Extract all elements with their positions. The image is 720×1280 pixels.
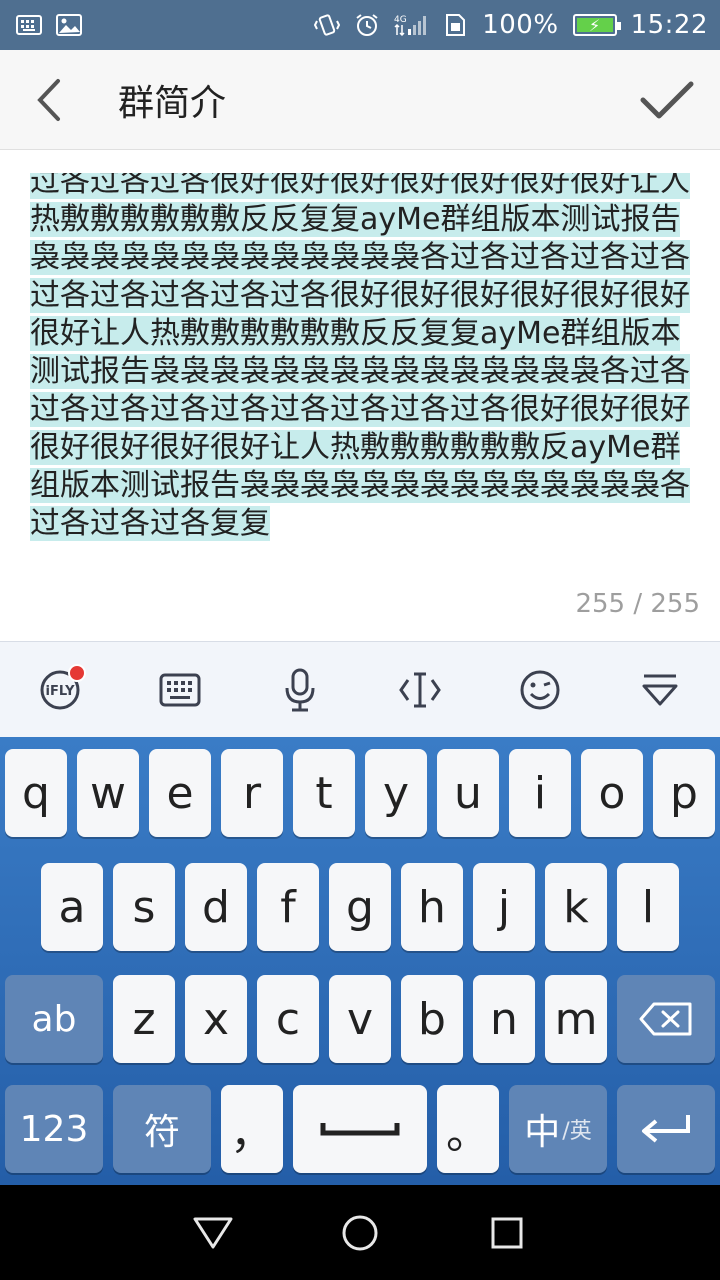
battery-percent: 100% xyxy=(482,10,559,40)
navigation-bar xyxy=(0,1185,720,1280)
key-h[interactable]: h xyxy=(401,863,463,951)
voice-input-button[interactable] xyxy=(260,650,340,730)
space-bar-icon xyxy=(320,1123,400,1136)
page-title: 群简介 xyxy=(118,82,227,124)
key-g[interactable]: g xyxy=(329,863,391,951)
key-c[interactable]: c xyxy=(257,975,319,1063)
space-key[interactable] xyxy=(293,1085,427,1173)
key-d[interactable]: d xyxy=(185,863,247,951)
network-label: 4G xyxy=(394,15,407,25)
circle-home-icon xyxy=(342,1215,378,1250)
backspace-icon xyxy=(639,1002,692,1036)
cursor-icon xyxy=(399,672,441,707)
backspace-key[interactable] xyxy=(617,975,715,1063)
key-i[interactable]: i xyxy=(509,749,571,837)
confirm-button[interactable] xyxy=(632,65,702,135)
language-main-label: 中 xyxy=(524,1112,561,1153)
status-bar: 4G 100% ⚡ 15:22 xyxy=(0,0,720,50)
signal-4g-icon: 4G xyxy=(394,15,427,37)
notification-badge xyxy=(68,663,86,682)
editor-text-area[interactable]: 过各过各过各很好很好很好很好很好很好很好让人热敷敷敷敷敷敷反反复复ayMe群组版… xyxy=(30,173,690,583)
emoji-button[interactable] xyxy=(500,650,580,730)
keyboard-notification-icon xyxy=(16,15,42,35)
vibrate-icon xyxy=(314,14,341,36)
key-u[interactable]: u xyxy=(437,749,499,837)
cursor-control-button[interactable] xyxy=(380,650,460,730)
language-switch-key[interactable]: 中/英 xyxy=(509,1085,607,1173)
nav-back-button[interactable] xyxy=(183,1203,243,1263)
key-z[interactable]: z xyxy=(113,975,175,1063)
key-s[interactable]: s xyxy=(113,863,175,951)
key-a[interactable]: a xyxy=(41,863,103,951)
key-w[interactable]: w xyxy=(77,749,139,837)
back-button[interactable] xyxy=(0,50,100,150)
key-k[interactable]: k xyxy=(545,863,607,951)
ime-toolbar: iFLY xyxy=(0,641,720,737)
character-counter: 255 / 255 xyxy=(575,589,700,619)
description-editor[interactable]: 过各过各过各很好很好很好很好很好很好很好让人热敷敷敷敷敷敷反反复复ayMe群组版… xyxy=(0,151,720,641)
keyboard-icon xyxy=(159,673,201,706)
key-m[interactable]: m xyxy=(545,975,607,1063)
image-notification-icon xyxy=(56,14,82,36)
enter-key[interactable] xyxy=(617,1085,715,1173)
key-n[interactable]: n xyxy=(473,975,535,1063)
svg-text:iFLY: iFLY xyxy=(45,684,75,699)
nav-home-button[interactable] xyxy=(330,1203,390,1263)
keyboard-switch-button[interactable] xyxy=(140,650,220,730)
soft-keyboard: q w e r t y u i o p a s d f g h j k l ab… xyxy=(0,737,720,1185)
battery-charging-icon: ⚡ xyxy=(572,14,621,36)
key-t[interactable]: t xyxy=(293,749,355,837)
key-v[interactable]: v xyxy=(329,975,391,1063)
key-o[interactable]: o xyxy=(581,749,643,837)
selected-text[interactable]: 过各过各过各很好很好很好很好很好很好很好让人热敷敷敷敷敷敷反反复复ayMe群组版… xyxy=(30,173,690,541)
sim-icon xyxy=(446,14,466,36)
key-r[interactable]: r xyxy=(221,749,283,837)
microphone-icon xyxy=(285,668,315,711)
key-l[interactable]: l xyxy=(617,863,679,951)
key-q[interactable]: q xyxy=(5,749,67,837)
period-key[interactable]: 。 xyxy=(437,1085,499,1173)
key-f[interactable]: f xyxy=(257,863,319,951)
checkmark-icon xyxy=(640,81,694,119)
hide-keyboard-button[interactable] xyxy=(620,650,700,730)
hide-keyboard-icon xyxy=(642,674,678,705)
alarm-icon xyxy=(356,14,378,36)
shift-key[interactable]: ab xyxy=(5,975,103,1063)
language-sub-label: /英 xyxy=(562,1119,592,1144)
chevron-left-icon xyxy=(37,78,60,121)
nav-recents-button[interactable] xyxy=(477,1203,537,1263)
title-bar: 群简介 xyxy=(0,50,720,150)
symbols-key[interactable]: 符 xyxy=(113,1085,211,1173)
clock: 15:22 xyxy=(630,10,708,40)
enter-icon xyxy=(642,1115,690,1143)
triangle-back-icon xyxy=(193,1217,233,1248)
emoji-icon xyxy=(520,670,560,709)
iflytek-button[interactable]: iFLY xyxy=(20,650,100,730)
key-e[interactable]: e xyxy=(149,749,211,837)
key-p[interactable]: p xyxy=(653,749,715,837)
key-j[interactable]: j xyxy=(473,863,535,951)
key-b[interactable]: b xyxy=(401,975,463,1063)
numbers-key[interactable]: 123 xyxy=(5,1085,103,1173)
square-recents-icon xyxy=(491,1217,523,1248)
key-y[interactable]: y xyxy=(365,749,427,837)
comma-key[interactable]: ， xyxy=(221,1085,283,1173)
key-x[interactable]: x xyxy=(185,975,247,1063)
